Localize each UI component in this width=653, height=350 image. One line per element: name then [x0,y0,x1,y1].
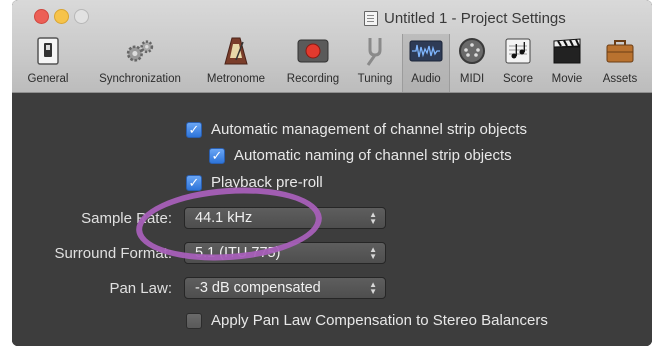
tab-score[interactable]: Score [496,34,540,92]
pan-law-value: -3 dB compensated [195,280,321,296]
tab-label: Metronome [206,73,266,85]
tab-movie[interactable]: Movie [544,34,590,92]
tab-label: MIDI [459,73,485,85]
briefcase-icon [603,36,637,66]
playback-preroll-checkbox[interactable] [186,174,202,191]
score-icon [501,36,535,66]
window-title-text: Untitled 1 - Project Settings [384,9,566,27]
sample-rate-value: 44.1 kHz [195,210,253,226]
settings-toolbar: General Synchronization Metronome Record… [12,34,652,92]
auto-naming-checkbox[interactable] [209,147,225,164]
apply-pan-law-checkbox-row[interactable]: Apply Pan Law Compensation to Stereo Bal… [186,312,548,329]
apply-pan-law-label: Apply Pan Law Compensation to Stereo Bal… [211,312,548,329]
tab-assets[interactable]: Assets [594,34,646,92]
up-down-arrows-icon: ▲ ▼ [369,210,377,226]
tab-metronome[interactable]: Metronome [198,34,274,92]
metronome-icon [219,36,253,66]
auto-naming-label: Automatic naming of channel strip object… [234,147,512,164]
tab-tuning[interactable]: Tuning [352,34,398,92]
tab-label: Synchronization [99,73,181,85]
surround-format-value: 5.1 (ITU 775) [195,245,281,261]
surround-format-label: Surround Format: [54,245,172,262]
up-down-arrows-icon: ▲ ▼ [369,245,377,261]
clapperboard-icon [550,36,584,66]
apply-pan-law-checkbox[interactable] [186,312,202,329]
pan-law-label: Pan Law: [109,280,172,297]
tab-label: Recording [286,73,340,85]
minimize-window-button[interactable] [54,9,69,24]
tab-recording[interactable]: Recording [278,34,348,92]
audio-settings-panel: Automatic management of channel strip ob… [12,93,652,346]
record-icon [296,36,330,66]
up-down-arrows-icon: ▲ ▼ [369,280,377,296]
midi-connector-icon [455,36,489,66]
tab-label: Movie [551,73,583,85]
tab-label: Audio [411,73,441,85]
surround-format-popup[interactable]: 5.1 (ITU 775) ▲ ▼ [184,242,386,264]
switch-icon [31,36,65,66]
tab-synchronization[interactable]: Synchronization [84,34,196,92]
sample-rate-popup[interactable]: 44.1 kHz ▲ ▼ [184,207,386,229]
tab-audio[interactable]: Audio [402,34,450,92]
gears-icon [123,36,157,66]
auto-management-checkbox[interactable] [186,121,202,138]
title-bar: Untitled 1 - Project Settings General Sy… [12,0,652,93]
tab-label: Assets [602,73,638,85]
project-settings-window: Untitled 1 - Project Settings General Sy… [12,0,652,346]
sample-rate-label: Sample Rate: [81,210,172,227]
pan-law-popup[interactable]: -3 dB compensated ▲ ▼ [184,277,386,299]
tab-general[interactable]: General [18,34,78,92]
tab-midi[interactable]: MIDI [452,34,492,92]
zoom-window-button[interactable] [74,9,89,24]
window-title: Untitled 1 - Project Settings [364,8,566,28]
tab-label: Score [502,73,534,85]
playback-preroll-label: Playback pre-roll [211,174,323,191]
audio-waveform-icon [409,36,443,66]
tab-label: Tuning [357,73,393,85]
auto-management-checkbox-row[interactable]: Automatic management of channel strip ob… [186,121,527,138]
tab-label: General [27,73,69,85]
document-icon [364,10,378,26]
auto-naming-checkbox-row[interactable]: Automatic naming of channel strip object… [209,147,512,164]
tuning-fork-icon [358,36,392,66]
auto-management-label: Automatic management of channel strip ob… [211,121,528,138]
playback-preroll-checkbox-row[interactable]: Playback pre-roll [186,174,323,191]
close-window-button[interactable] [34,9,49,24]
